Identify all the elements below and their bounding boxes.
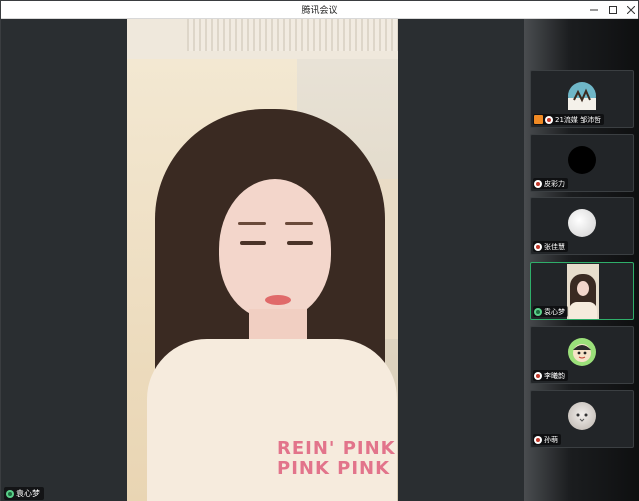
main-stage: REIN' PINK PINK PINK 袁心梦 (1, 19, 524, 501)
photo-avatar-icon (568, 82, 596, 110)
mic-muted-icon (534, 435, 542, 444)
cartoon-avatar-icon (568, 338, 596, 366)
main-video[interactable]: REIN' PINK PINK PINK (127, 19, 398, 501)
mic-muted-icon (534, 179, 542, 188)
host-icon (534, 115, 543, 124)
participant-sidebar: 21流媒 邹沛哲 皮彩力 张佳慧 袁心梦 李曦韵 孙萌 (524, 19, 639, 501)
participant-label: 21流媒 邹沛哲 (533, 114, 605, 125)
participant-tile[interactable]: 李曦韵 (530, 326, 634, 384)
participant-name: 张佳慧 (544, 242, 565, 251)
speaker-eye (240, 241, 266, 245)
title-bar[interactable]: 腾讯会议 (1, 1, 638, 19)
maximize-button[interactable] (605, 2, 621, 17)
speaker-brow (285, 222, 313, 225)
mic-on-icon (534, 307, 542, 316)
speaker-name: 袁心梦 (16, 489, 40, 498)
mic-muted-icon (545, 115, 553, 124)
participant-label: 皮彩力 (533, 178, 568, 189)
participant-label: 李曦韵 (533, 370, 568, 381)
participant-tile[interactable]: 张佳慧 (530, 197, 634, 255)
minimize-icon (590, 9, 598, 11)
mic-muted-icon (534, 242, 542, 251)
participant-label: 张佳慧 (533, 241, 568, 252)
participant-name: 皮彩力 (544, 179, 565, 188)
black-circle-avatar-icon (568, 146, 596, 174)
mini-face (577, 281, 589, 296)
participant-label: 孙萌 (533, 434, 561, 445)
cat-face-art (576, 413, 588, 422)
participant-tile[interactable]: 21流媒 邹沛哲 (530, 70, 634, 128)
speaker-eye (287, 241, 313, 245)
participant-name: 袁心梦 (544, 307, 565, 316)
cartoon-face-art (573, 344, 591, 362)
close-icon (627, 6, 635, 14)
speaker-lips (265, 295, 291, 305)
participant-tile[interactable]: 皮彩力 (530, 134, 634, 192)
speaker-brow (238, 222, 266, 225)
meeting-window: 腾讯会议 REIN' PINK PINK PINK (0, 0, 639, 501)
speaker-name-tag: 袁心梦 (4, 487, 44, 500)
white-fabric-avatar-icon (568, 209, 596, 237)
mini-shirt (569, 302, 597, 319)
maximize-icon (609, 6, 617, 14)
close-button[interactable] (623, 2, 639, 17)
participant-tile-active[interactable]: 袁心梦 (530, 262, 634, 320)
sweater-print: REIN' PINK PINK PINK (277, 438, 395, 479)
participant-name: 李曦韵 (544, 371, 565, 380)
mic-on-icon (6, 489, 14, 498)
live-video-thumbnail (567, 264, 599, 319)
photo-avatar-art (568, 88, 596, 110)
participant-name: 孙萌 (544, 435, 558, 444)
window-title: 腾讯会议 (301, 6, 338, 16)
minimize-button[interactable] (586, 2, 602, 17)
participant-tile[interactable]: 孙萌 (530, 390, 634, 448)
participant-label: 袁心梦 (533, 306, 568, 317)
video-vent (187, 19, 398, 51)
cat-avatar-icon (568, 402, 596, 430)
participant-name: 21流媒 邹沛哲 (555, 115, 602, 124)
mic-muted-icon (534, 371, 542, 380)
